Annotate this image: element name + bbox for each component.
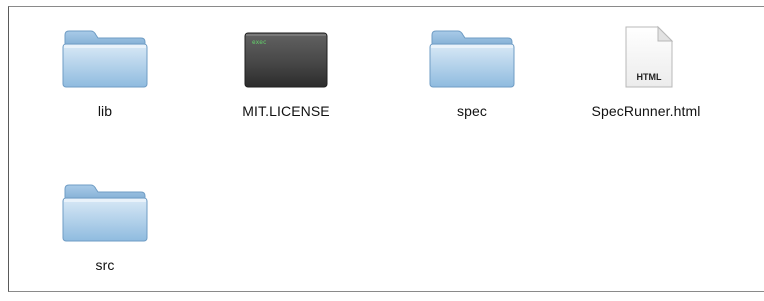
html-document-icon: HTML (596, 21, 696, 89)
exec-file-icon: exec (236, 21, 336, 89)
exec-text: exec (252, 39, 267, 46)
html-badge-text: HTML (637, 72, 662, 82)
file-name-label: lib (97, 103, 113, 119)
file-item-lib[interactable]: lib (30, 21, 180, 119)
file-item-mit-license[interactable]: exec MIT.LICENSE (211, 21, 361, 119)
folder-icon (55, 21, 155, 89)
file-name-label: MIT.LICENSE (242, 103, 330, 119)
folder-icon (422, 21, 522, 89)
file-name-label: spec (457, 103, 487, 119)
file-name-label: src (95, 257, 115, 273)
folder-icon (55, 175, 155, 243)
file-name-label: SpecRunner.html (591, 103, 701, 119)
finder-icon-view: lib exec MIT.LICENSE spec HTML SpecRunne… (8, 6, 764, 292)
file-item-src[interactable]: src (30, 175, 180, 273)
file-item-spec[interactable]: spec (397, 21, 547, 119)
file-item-specrunner-html[interactable]: HTML SpecRunner.html (571, 21, 721, 119)
